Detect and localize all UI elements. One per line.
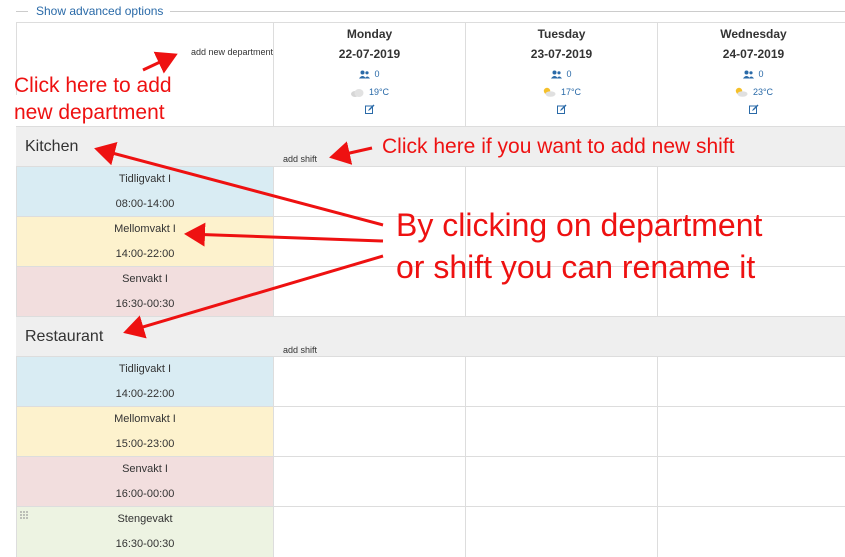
divider-right (170, 11, 845, 12)
temperature: 17°C (560, 87, 582, 97)
shift-label[interactable]: Mellomvakt I 15:00-23:00 (16, 407, 273, 457)
shift-cell[interactable] (273, 457, 465, 507)
shift-cell[interactable] (657, 457, 845, 507)
shift-cell[interactable] (273, 357, 465, 407)
shift-cell[interactable] (465, 407, 657, 457)
shift-time: 08:00-14:00 (115, 198, 175, 210)
staff-count-value: 0 (758, 69, 764, 79)
shift-name: Mellomvakt I (114, 223, 176, 235)
shift-row: Tidligvakt I 14:00-22:00 (16, 356, 845, 407)
shift-row: Stengevakt 16:30-00:30 (16, 506, 845, 557)
department-name[interactable]: Kitchen (25, 138, 78, 156)
weather: 23°C (658, 83, 845, 101)
show-advanced-options-link[interactable]: Show advanced options (36, 4, 163, 18)
shift-label[interactable]: Stengevakt 16:30-00:30 (16, 507, 273, 557)
temperature: 23°C (752, 87, 774, 97)
shift-cell[interactable] (657, 357, 845, 407)
users-icon (743, 70, 755, 78)
add-shift-link[interactable]: add shift (283, 154, 317, 164)
shift-time: 15:00-23:00 (115, 438, 175, 450)
edit-day-button[interactable] (658, 101, 845, 117)
shift-row: Senvakt I 16:00-00:00 (16, 456, 845, 507)
annotation-add-department: Click here to add new department (14, 72, 234, 126)
annotation-line: or shift you can rename it (396, 249, 756, 285)
shift-name: Senvakt I (122, 463, 168, 475)
weather: 17°C (466, 83, 657, 101)
day-name: Monday (346, 27, 393, 41)
divider-left (16, 11, 28, 12)
add-shift-link[interactable]: add shift (283, 345, 317, 355)
shift-name: Mellomvakt I (114, 413, 176, 425)
department-row-restaurant: Restaurant add shift (16, 316, 845, 357)
users-icon (551, 70, 563, 78)
edit-day-button[interactable] (466, 101, 657, 117)
weather: 19°C (274, 83, 465, 101)
annotation-line: new department (14, 101, 165, 124)
advanced-options-bar: Show advanced options (0, 0, 845, 22)
staff-count: 0 (274, 65, 465, 83)
day-date: 24-07-2019 (722, 47, 785, 61)
staff-count: 0 (658, 65, 845, 83)
users-icon (359, 70, 371, 78)
edit-icon (556, 104, 566, 114)
cloud-icon (350, 88, 364, 97)
shift-name: Senvakt I (122, 273, 168, 285)
shift-cell[interactable] (465, 357, 657, 407)
staff-count-value: 0 (566, 69, 572, 79)
department-name[interactable]: Restaurant (25, 328, 103, 346)
drag-handle-icon[interactable] (20, 511, 28, 519)
shift-time: 16:00-00:00 (115, 488, 175, 500)
shift-label[interactable]: Tidligvakt I 14:00-22:00 (16, 357, 273, 407)
staff-count: 0 (466, 65, 657, 83)
shift-name: Stengevakt (117, 513, 173, 525)
shift-time: 14:00-22:00 (115, 248, 175, 260)
shift-cell[interactable] (465, 507, 657, 557)
shift-label[interactable]: Senvakt I 16:00-00:00 (16, 457, 273, 507)
day-date: 23-07-2019 (530, 47, 593, 61)
edit-icon (748, 104, 758, 114)
shift-cell[interactable] (657, 507, 845, 557)
add-department-link[interactable]: add new department (191, 47, 273, 57)
annotation-line: Click here to add (14, 74, 172, 97)
shift-label[interactable]: Mellomvakt I 14:00-22:00 (16, 217, 273, 267)
day-header-tuesday: Tuesday 23-07-2019 0 17°C (465, 22, 657, 127)
shift-cell[interactable] (273, 407, 465, 457)
annotation-rename: By clicking on department or shift you c… (396, 204, 762, 288)
day-header-monday: Monday 22-07-2019 0 19°C (273, 22, 465, 127)
shift-cell[interactable] (657, 407, 845, 457)
shift-time: 16:30-00:30 (115, 538, 175, 550)
day-name: Tuesday (537, 27, 586, 41)
day-date: 22-07-2019 (338, 47, 401, 61)
shift-row: Mellomvakt I 15:00-23:00 (16, 406, 845, 457)
annotation-line: By clicking on department (396, 207, 763, 243)
shift-name: Tidligvakt I (118, 363, 172, 375)
shift-cell[interactable] (465, 457, 657, 507)
shift-cell[interactable] (273, 507, 465, 557)
temperature: 19°C (368, 87, 390, 97)
annotation-add-shift: Click here if you want to add new shift (382, 135, 735, 158)
day-name: Wednesday (720, 27, 787, 41)
edit-icon (364, 104, 374, 114)
shift-label[interactable]: Tidligvakt I 08:00-14:00 (16, 167, 273, 217)
shift-label[interactable]: Senvakt I 16:30-00:30 (16, 267, 273, 317)
staff-count-value: 0 (374, 69, 380, 79)
shift-time: 14:00-22:00 (115, 388, 175, 400)
partly-sunny-icon (543, 87, 556, 97)
shift-name: Tidligvakt I (118, 173, 172, 185)
day-header-wednesday: Wednesday 24-07-2019 0 23°C (657, 22, 845, 127)
edit-day-button[interactable] (274, 101, 465, 117)
partly-sunny-icon (735, 87, 748, 97)
shift-time: 16:30-00:30 (115, 298, 175, 310)
